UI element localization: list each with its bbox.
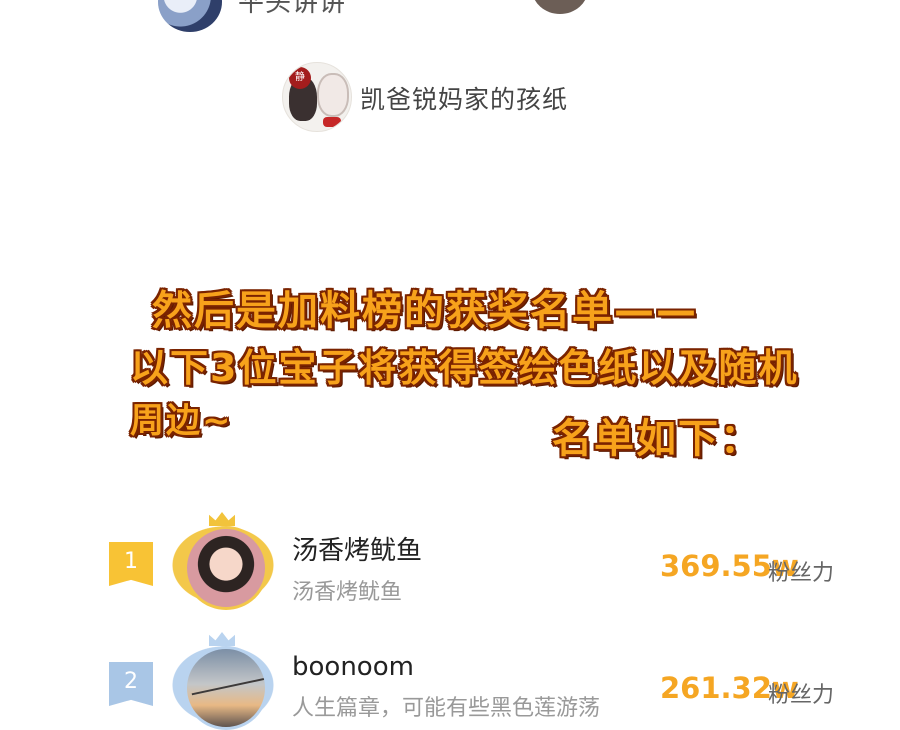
announcement-line-3: 周边~	[130, 401, 233, 441]
rank-badge-1: 1	[109, 542, 153, 586]
featured-user-avatar[interactable]: 静	[282, 62, 352, 132]
rank-2-avatar[interactable]	[184, 646, 268, 730]
user-avatar-top-right[interactable]	[532, 0, 588, 14]
rank-1-fans-label: 粉丝力	[768, 561, 835, 586]
announcement-line-1: 然后是加料榜的获奖名单——	[152, 288, 698, 334]
rank-2-subtitle: 人生篇章，可能有些黑色莲游荡	[292, 696, 601, 721]
user-avatar-top-left[interactable]	[158, 0, 222, 32]
avatar-figure-light	[317, 73, 349, 117]
announcement-line-2: 以下3位宝子将获得签绘色纸以及随机	[130, 346, 799, 390]
rank-1-subtitle: 汤香烤鱿鱼	[292, 580, 403, 605]
announcement-line-4: 名单如下：	[552, 416, 762, 462]
avatar-bow	[323, 117, 341, 127]
rank-badge-2: 2	[109, 662, 153, 706]
featured-user-name[interactable]: 凯爸锐妈家的孩纸	[360, 80, 568, 116]
avatar-tag: 静	[289, 67, 311, 89]
rank-2-name[interactable]: boonoom	[292, 652, 414, 682]
gold-crown-icon	[209, 512, 235, 526]
rank-2-fans-label: 粉丝力	[768, 683, 835, 708]
rank-1-name[interactable]: 汤香烤鱿鱼	[292, 530, 422, 567]
silver-crown-icon	[209, 632, 235, 646]
user-name-top[interactable]: 平头讲讲	[238, 0, 346, 19]
rank-1-avatar[interactable]	[184, 526, 268, 610]
avatar-wire	[191, 676, 265, 696]
